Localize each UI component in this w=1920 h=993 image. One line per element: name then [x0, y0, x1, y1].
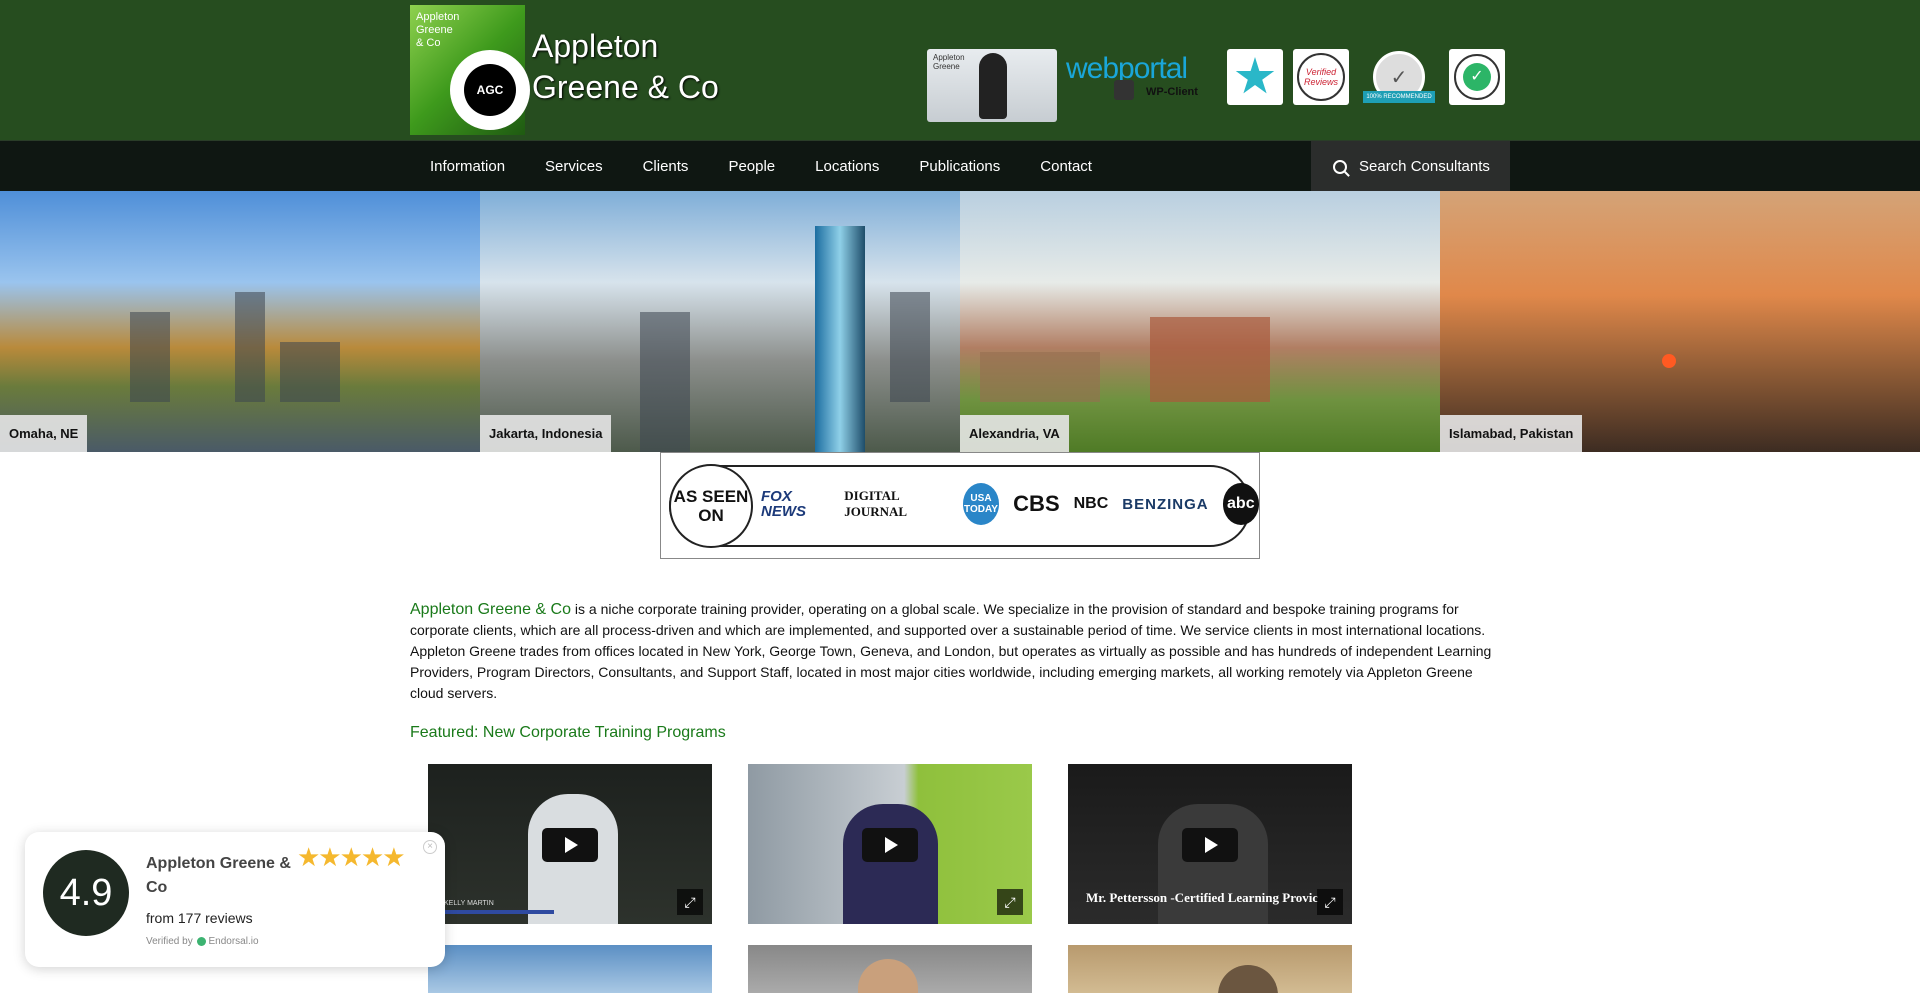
verified-reviews-seal: Verified Reviews [1297, 53, 1345, 101]
logo-monogram: AGC [464, 64, 516, 116]
review-business-name: Appleton Greene & Co [146, 855, 291, 896]
building-shape [640, 312, 690, 452]
presenter-figure [1158, 804, 1268, 924]
intro-text: is a niche corporate training provider, … [410, 601, 1492, 701]
review-count: from 177 reviews [146, 910, 253, 926]
benzinga-logo: BENZINGA [1122, 495, 1209, 513]
presenter-figure [858, 959, 918, 993]
rating-stars-icon: ★★★★★ [297, 842, 406, 872]
verified-provider[interactable]: Endorsal.io [208, 936, 258, 947]
glass-tower-shape [815, 226, 865, 452]
city-panel-islamabad[interactable]: Islamabad, Pakistan [1440, 191, 1920, 452]
site-header: Appleton Greene & Co AGC Appleton Greene… [0, 0, 1920, 140]
close-icon[interactable]: × [423, 840, 437, 854]
brand-name[interactable]: Appleton Greene & Co [532, 26, 719, 108]
webportal-subtitle: WP-Client [1146, 86, 1198, 98]
play-icon[interactable] [542, 828, 598, 862]
presenter-figure [979, 53, 1007, 119]
building-shape [130, 312, 170, 402]
check-icon: ✓ [1463, 63, 1491, 91]
presenter-figure [843, 804, 938, 924]
search-consultants-button[interactable]: Search Consultants [1311, 141, 1510, 192]
usa-today-logo: USA TODAY [962, 483, 1000, 525]
logo-text: Appleton Greene & Co [416, 11, 460, 49]
cbs-logo: CBS [1013, 491, 1060, 516]
nav-item-contact[interactable]: Contact [1020, 141, 1112, 192]
city-label: Alexandria, VA [960, 415, 1069, 452]
search-button-label: Search Consultants [1359, 158, 1490, 175]
rating-score: 4.9 [43, 850, 129, 936]
site-logo[interactable]: Appleton Greene & Co AGC [410, 5, 530, 135]
nav-item-publications[interactable]: Publications [899, 141, 1020, 192]
sun-shape [1662, 354, 1676, 368]
webportal-badge[interactable]: webportal WP-Client [1066, 52, 1206, 106]
review-widget[interactable]: 4.9 Appleton Greene & Co ★★★★★ from 177 … [25, 832, 445, 967]
intro-video-thumbnail[interactable]: Appleton Greene [927, 49, 1057, 122]
abc-logo: abc [1222, 483, 1259, 525]
featured-video-2[interactable]: ⤢ [748, 764, 1032, 924]
city-label: Jakarta, Indonesia [480, 415, 612, 452]
verified-reviews-badge[interactable]: Verified Reviews [1293, 49, 1349, 105]
nav-item-locations[interactable]: Locations [795, 141, 899, 192]
featured-video-1[interactable]: KELLY MARTIN ⤢ [428, 764, 712, 924]
building-shape [890, 292, 930, 402]
building-shape [235, 292, 265, 402]
city-label: Islamabad, Pakistan [1440, 415, 1583, 452]
nav-item-people[interactable]: People [708, 141, 795, 192]
recommended-ribbon: 100% RECOMMENDED [1363, 91, 1435, 103]
main-nav: Information Services Clients People Loca… [0, 140, 1920, 192]
location-banner: Omaha, NE Jakarta, Indonesia Alexandria,… [0, 191, 1920, 452]
intro-paragraph: Appleton Greene & Co is a niche corporat… [410, 599, 1510, 704]
trusted-seal: ✓ [1454, 54, 1500, 100]
featured-video-6[interactable] [1068, 945, 1352, 993]
verified-prefix: Verified by [146, 936, 193, 947]
play-icon[interactable] [862, 828, 918, 862]
city-panel-alexandria[interactable]: Alexandria, VA [960, 191, 1440, 452]
logo-ring-icon: AGC [450, 50, 530, 130]
video-lower-third: KELLY MARTIN [444, 900, 554, 914]
trusted-site-badge[interactable]: ✓ [1449, 49, 1505, 105]
featured-heading: Featured: New Corporate Training Program… [410, 724, 726, 741]
endorsal-icon [197, 936, 207, 946]
brand-line-2: Greene & Co [532, 69, 719, 105]
featured-video-5[interactable] [748, 945, 1032, 993]
star-icon [1235, 57, 1275, 94]
city-panel-jakarta[interactable]: Jakarta, Indonesia [480, 191, 960, 452]
as-seen-on-label: AS SEEN ON [669, 464, 753, 548]
lock-icon [1114, 80, 1134, 100]
presenter-figure [1218, 965, 1278, 993]
digital-journal-logo: DIGITAL JOURNAL [844, 488, 908, 519]
featured-video-4[interactable] [428, 945, 712, 993]
lower-third-bar [444, 910, 554, 914]
fullscreen-icon[interactable]: ⤢ [1317, 889, 1343, 915]
city-panel-omaha[interactable]: Omaha, NE [0, 191, 480, 452]
city-label: Omaha, NE [0, 415, 88, 452]
building-shape [280, 342, 340, 402]
fox-news-logo: FOX NEWS [761, 488, 806, 520]
nav-item-clients[interactable]: Clients [623, 141, 709, 192]
building-shape [1150, 317, 1270, 402]
featured-video-3[interactable]: Mr. Pettersson -Certified Learning Provi… [1068, 764, 1352, 924]
nbc-logo: NBC [1073, 495, 1109, 512]
media-logos: FOX NEWS DIGITAL JOURNAL USA TODAY CBS N… [761, 483, 1259, 525]
recommended-badge[interactable]: ✓ 100% RECOMMENDED [1359, 49, 1439, 105]
fullscreen-icon[interactable]: ⤢ [997, 889, 1023, 915]
nav-item-information[interactable]: Information [410, 141, 525, 192]
building-shape [980, 352, 1100, 402]
brand-line-1: Appleton [532, 28, 659, 64]
play-icon[interactable] [1182, 828, 1238, 862]
intro-brand-link[interactable]: Appleton Greene & Co [410, 601, 571, 618]
nav-item-services[interactable]: Services [525, 141, 623, 192]
nav-menu: Information Services Clients People Loca… [410, 141, 1112, 192]
as-seen-on-banner: AS SEEN ON FOX NEWS DIGITAL JOURNAL USA … [660, 452, 1260, 559]
video-caption: KELLY MARTIN [444, 900, 494, 907]
search-icon [1333, 159, 1347, 174]
video-caption: Mr. Pettersson -Certified Learning Provi… [1086, 890, 1319, 905]
video-badge-label: Appleton Greene [933, 53, 965, 71]
verified-by: Verified by Endorsal.io [146, 936, 259, 947]
fullscreen-icon[interactable]: ⤢ [677, 889, 703, 915]
star-badge[interactable] [1227, 49, 1283, 105]
